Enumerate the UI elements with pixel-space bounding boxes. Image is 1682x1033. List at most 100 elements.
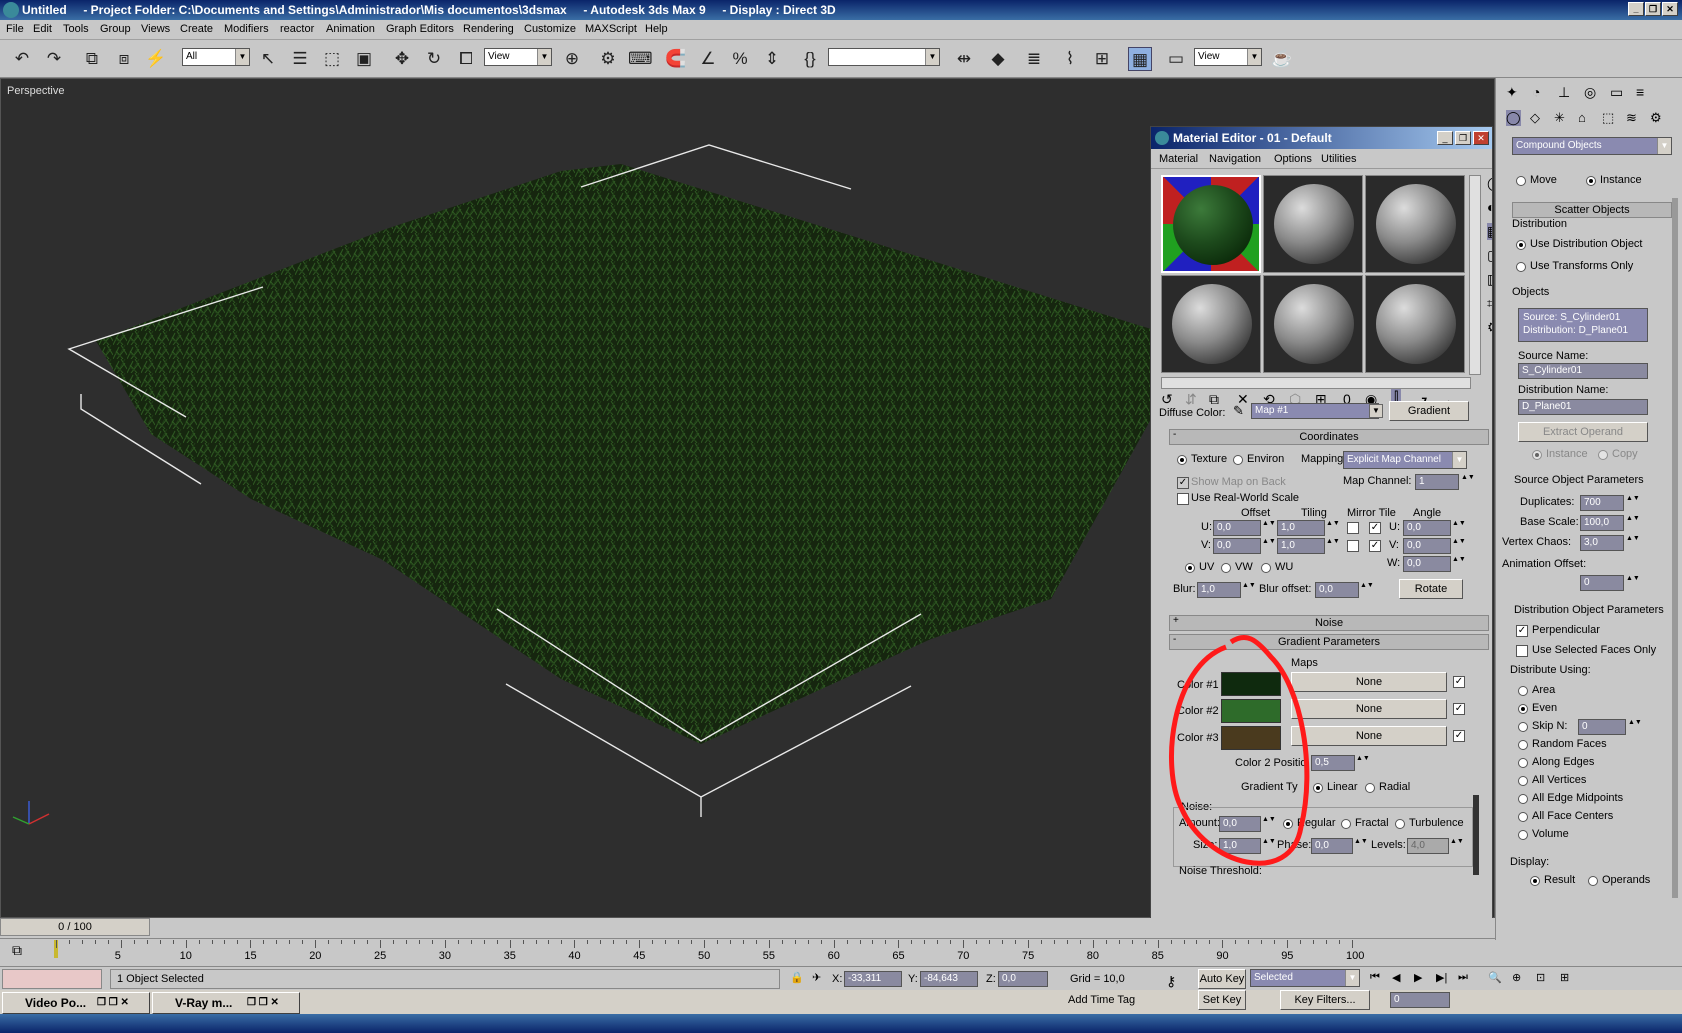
menu-customize[interactable]: Customize xyxy=(524,23,576,35)
goto-end-icon[interactable]: ⏭ xyxy=(1458,971,1468,984)
add-time-tag-label[interactable]: Add Time Tag xyxy=(1068,994,1135,1006)
render-scene-icon[interactable]: ▭ xyxy=(1164,47,1188,71)
distribution-name-field[interactable]: D_Plane01 xyxy=(1518,399,1648,415)
percent-snap-icon[interactable]: % xyxy=(728,47,752,71)
key-mode-dropdown[interactable]: Selected ▼ xyxy=(1250,969,1360,987)
spinner-icon[interactable]: ▲▼ xyxy=(1626,535,1640,551)
angle-snap-icon[interactable]: ∠ xyxy=(696,47,720,71)
reference-coordinate-dropdown[interactable]: View ▼ xyxy=(484,48,552,66)
z-coordinate-field[interactable]: 0,0 xyxy=(998,971,1048,987)
command-panel-scrollbar[interactable] xyxy=(1672,198,1678,898)
play-icon[interactable]: ▶ xyxy=(1414,971,1422,984)
redo-icon[interactable]: ↷ xyxy=(42,47,66,71)
perpendicular-checkbox[interactable]: ✓ xyxy=(1516,625,1528,637)
rotate-icon[interactable]: ↻ xyxy=(422,47,446,71)
align-icon[interactable]: ◆ xyxy=(986,47,1010,71)
time-slider[interactable]: 0 / 100 xyxy=(0,918,150,936)
scale-icon[interactable]: ⧠ xyxy=(454,47,478,71)
operands-list[interactable]: Source: S_Cylinder01 Distribution: D_Pla… xyxy=(1518,308,1648,342)
menu-create[interactable]: Create xyxy=(180,23,213,35)
select-by-name-icon[interactable]: ☰ xyxy=(288,47,312,71)
geometry-icon[interactable]: ◯ xyxy=(1506,110,1521,126)
pivot-center-icon[interactable]: ⊕ xyxy=(560,47,584,71)
absolute-mode-icon[interactable]: ✈ xyxy=(812,971,821,984)
menu-graph-editors[interactable]: Graph Editors xyxy=(386,23,454,35)
extract-operand-button[interactable]: Extract Operand xyxy=(1518,422,1648,442)
y-coordinate-field[interactable]: -84,643 xyxy=(920,971,978,987)
select-manipulate-icon[interactable]: ⚙ xyxy=(596,47,620,71)
extract-copy-radio[interactable] xyxy=(1598,450,1608,460)
animation-offset-field[interactable]: 0 xyxy=(1580,575,1624,591)
hierarchy-tab-icon[interactable]: ⊥ xyxy=(1558,84,1570,101)
schematic-view-icon[interactable]: ⊞ xyxy=(1090,47,1114,71)
snap-toggle-icon[interactable]: 🧲 xyxy=(664,47,688,71)
motion-tab-icon[interactable]: ◎ xyxy=(1584,84,1596,101)
mirror-icon[interactable]: ⇹ xyxy=(952,47,976,71)
next-frame-icon[interactable]: ▶| xyxy=(1436,971,1447,984)
result-radio[interactable] xyxy=(1530,876,1540,886)
named-selection-dropdown[interactable]: ▼ xyxy=(828,48,940,66)
task-vray[interactable]: V-Ray m... ❐ ❐ ✕ xyxy=(152,992,300,1014)
select-object-icon[interactable]: ↖ xyxy=(256,47,280,71)
cameras-icon[interactable]: ⌂ xyxy=(1578,110,1586,125)
display-tab-icon[interactable]: ▭ xyxy=(1610,84,1623,101)
minimize-button[interactable]: _ xyxy=(1628,2,1644,16)
modify-tab-icon[interactable]: ◔ xyxy=(1532,84,1540,100)
skip-n-field[interactable]: 0 xyxy=(1578,719,1626,735)
area-radio[interactable] xyxy=(1518,686,1528,696)
set-key-button[interactable]: Set Key xyxy=(1198,990,1246,1010)
task-video-post[interactable]: Video Po... ❐ ❐ ✕ xyxy=(2,992,150,1014)
task-window-buttons-icon[interactable]: ❐ ❐ ✕ xyxy=(247,993,279,1013)
spinner-icon[interactable]: ▲▼ xyxy=(1626,495,1640,511)
bind-space-warp-icon[interactable]: ⚡ xyxy=(144,47,168,71)
systems-icon[interactable]: ⚙ xyxy=(1650,110,1662,126)
link-icon[interactable]: ⧉ xyxy=(80,47,104,71)
source-name-field[interactable]: S_Cylinder01 xyxy=(1518,363,1648,379)
quick-render-icon[interactable]: ☕ xyxy=(1270,47,1294,71)
all-face-centers-radio[interactable] xyxy=(1518,812,1528,822)
skip-n-radio[interactable] xyxy=(1518,722,1528,732)
menu-help[interactable]: Help xyxy=(645,23,668,35)
zoom-all-icon[interactable]: ⊕ xyxy=(1512,971,1521,984)
previous-frame-icon[interactable]: ◀ xyxy=(1392,971,1400,984)
menu-maxscript[interactable]: MAXScript xyxy=(585,23,637,35)
window-crossing-icon[interactable]: ▣ xyxy=(352,47,376,71)
all-edge-midpoints-radio[interactable] xyxy=(1518,794,1528,804)
zoom-extents-all-icon[interactable]: ⊞ xyxy=(1560,971,1569,984)
lock-icon[interactable]: 🔒 xyxy=(790,971,804,984)
list-item[interactable]: Distribution: D_Plane01 xyxy=(1523,324,1643,337)
zoom-icon[interactable]: 🔍 xyxy=(1488,971,1502,984)
move-icon[interactable]: ✥ xyxy=(390,47,414,71)
spinner-icon[interactable]: ▲▼ xyxy=(1626,515,1640,531)
task-window-buttons-icon[interactable]: ❐ ❐ ✕ xyxy=(97,993,129,1013)
extract-instance-radio[interactable] xyxy=(1532,450,1542,460)
goto-start-icon[interactable]: ⏮ xyxy=(1370,971,1380,984)
menu-animation[interactable]: Animation xyxy=(326,23,375,35)
utilities-tab-icon[interactable]: ≡ xyxy=(1636,84,1644,100)
duplicates-field[interactable]: 700 xyxy=(1580,495,1624,511)
selection-filter-dropdown[interactable]: All ▼ xyxy=(182,48,250,66)
even-radio[interactable] xyxy=(1518,704,1528,714)
use-distribution-radio[interactable] xyxy=(1516,240,1526,250)
auto-key-button[interactable]: Auto Key xyxy=(1198,969,1246,989)
volume-radio[interactable] xyxy=(1518,830,1528,840)
operands-radio[interactable] xyxy=(1588,876,1598,886)
x-coordinate-field[interactable]: -33,311 xyxy=(844,971,902,987)
menu-edit[interactable]: Edit xyxy=(33,23,52,35)
shapes-icon[interactable]: ◇ xyxy=(1530,110,1540,126)
random-faces-radio[interactable] xyxy=(1518,740,1528,750)
menu-file[interactable]: File xyxy=(6,23,24,35)
lights-icon[interactable]: ✳ xyxy=(1554,110,1565,126)
menu-reactor[interactable]: reactor xyxy=(280,23,314,35)
key-icon[interactable]: ⚷ xyxy=(1166,973,1176,990)
current-frame-field[interactable]: 0 xyxy=(1390,992,1450,1008)
spinner-snap-icon[interactable]: ⇕ xyxy=(760,47,784,71)
material-editor-icon[interactable]: ▦ xyxy=(1128,47,1152,71)
object-category-dropdown[interactable]: Compound Objects ▼ xyxy=(1512,137,1672,155)
menu-modifiers[interactable]: Modifiers xyxy=(224,23,269,35)
undo-icon[interactable]: ↶ xyxy=(10,47,34,71)
region-select-icon[interactable]: ⬚ xyxy=(320,47,344,71)
unlink-icon[interactable]: ⧈ xyxy=(112,47,136,71)
create-tab-icon[interactable]: ✦ xyxy=(1506,84,1518,101)
use-transforms-radio[interactable] xyxy=(1516,262,1526,272)
